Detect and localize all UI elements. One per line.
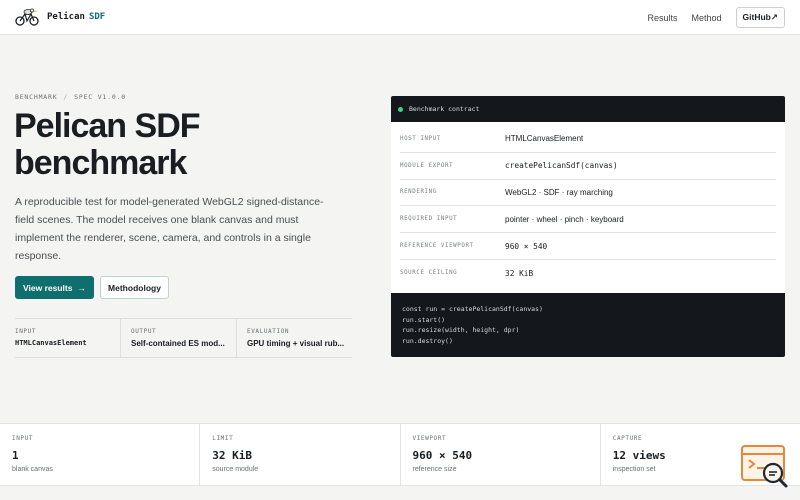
status-dot-icon [398, 106, 403, 112]
brand[interactable]: Pelican SDF [15, 8, 105, 26]
io-output-value: Self-contained ES mod... [131, 339, 225, 348]
nav-link-results[interactable]: Results [648, 13, 678, 23]
io-evaluation-value: GPU timing + visual rub... [247, 339, 345, 348]
spec-row-source-ceiling: SOURCE CEILING 32 KiB [400, 260, 776, 287]
spec-key: REFERENCE VIEWPORT [400, 243, 474, 250]
spec-key: MODULE EXPORT [400, 162, 454, 169]
benchmark-contract-panel: Benchmark contract HOST INPUT HTMLCanvas… [391, 96, 785, 357]
page-title-line-2: benchmark [14, 144, 187, 182]
lead-paragraph: A reproducible test for model-generated … [15, 196, 324, 262]
spec-value: 960 × 540 [505, 241, 548, 251]
io-evaluation-label: EVALUATION [247, 328, 290, 335]
stat-label: VIEWPORT [412, 435, 447, 442]
stat-limit: LIMIT 32 KiB source module [199, 424, 399, 485]
page-title: Pelican SDF benchmark [14, 108, 334, 182]
spec-value: HTMLCanvasElement [505, 134, 584, 144]
stats-bar: INPUT 1 blank canvas LIMIT 32 KiB source… [0, 423, 800, 486]
spec-row-host-input: HOST INPUT HTMLCanvasElement [400, 126, 776, 153]
spec-row-module-export: MODULE EXPORT createPelicanSdf(canvas) [400, 153, 776, 180]
view-results-label: View results [23, 282, 73, 293]
code-line: const run = createPelicanSdf(canvas) [402, 305, 543, 313]
io-output-label: OUTPUT [131, 328, 157, 335]
contract-header: Benchmark contract [391, 96, 785, 122]
stat-caption: blank canvas [12, 466, 53, 473]
nav-link-method[interactable]: Method [692, 13, 722, 23]
stat-label: INPUT [12, 435, 34, 442]
stat-caption: source module [212, 466, 259, 473]
spec-key: RENDERING [400, 189, 437, 196]
code-snippet: const run = createPelicanSdf(canvas) run… [391, 293, 785, 357]
contract-title: Benchmark contract [409, 105, 480, 113]
methodology-button[interactable]: Methodology [100, 276, 169, 299]
io-input: INPUT HTMLCanvasElement [15, 319, 120, 357]
breadcrumb-section: BENCHMARK [15, 93, 58, 101]
brand-name-accent: SDF [88, 12, 106, 22]
spec-row-required-input: REQUIRED INPUT pointer · wheel · pinch ·… [400, 206, 776, 234]
view-results-button[interactable]: View results → [15, 276, 94, 299]
stat-label: LIMIT [212, 435, 234, 442]
breadcrumb-separator: / [63, 93, 69, 101]
spec-key: REQUIRED INPUT [400, 216, 458, 223]
pelican-bike-logo-icon [15, 8, 39, 26]
code-line: run.start() [402, 315, 446, 324]
stat-value: 960 × 540 [412, 449, 473, 462]
stat-input: INPUT 1 blank canvas [0, 424, 199, 485]
io-output: OUTPUT Self-contained ES mod... [120, 319, 236, 357]
spec-value: WebGL2 · SDF · ray marching [505, 187, 613, 197]
spec-value: createPelicanSdf(canvas) [505, 161, 618, 171]
io-summary: INPUT HTMLCanvasElement OUTPUT Self-cont… [15, 318, 352, 358]
spec-row-rendering: RENDERING WebGL2 · SDF · ray marching [400, 180, 776, 207]
brand-name-main: Pelican [47, 12, 85, 22]
inspect-widget-icon[interactable] [740, 444, 790, 490]
stat-caption: reference size [412, 466, 457, 473]
spec-value: 32 KiB [505, 268, 534, 278]
io-input-label: INPUT [15, 328, 37, 335]
stat-value: 32 KiB [212, 449, 252, 462]
io-input-value: HTMLCanvasElement [15, 339, 87, 347]
page-title-line-1: Pelican SDF [14, 107, 201, 145]
brand-name: Pelican SDF [47, 12, 105, 22]
spec-row-reference-viewport: REFERENCE VIEWPORT 960 × 540 [400, 233, 776, 260]
spec-value: pointer · wheel · pinch · keyboard [505, 214, 624, 224]
github-button[interactable]: GitHub↗ [735, 7, 785, 28]
code-line: run.resize(width, height, dpr) [402, 326, 520, 334]
stat-viewport: VIEWPORT 960 × 540 reference size [399, 424, 600, 485]
site-header: Pelican SDF Results Method GitHub↗ [0, 0, 800, 35]
contract-spec-table: HOST INPUT HTMLCanvasElement MODULE EXPO… [391, 122, 785, 293]
breadcrumb: BENCHMARK / SPEC V1.0.0 [15, 93, 126, 101]
breadcrumb-version: SPEC V1.0.0 [74, 93, 126, 101]
code-line: run.destroy() [402, 336, 453, 345]
top-nav: Results Method GitHub↗ [648, 7, 785, 28]
stat-value: 1 [12, 449, 19, 462]
spec-key: SOURCE CEILING [400, 270, 458, 277]
stat-label: CAPTURE [612, 435, 643, 442]
io-evaluation: EVALUATION GPU timing + visual rub... [236, 319, 352, 357]
arrow-right-icon: → [77, 282, 86, 293]
spec-key: HOST INPUT [400, 135, 441, 142]
